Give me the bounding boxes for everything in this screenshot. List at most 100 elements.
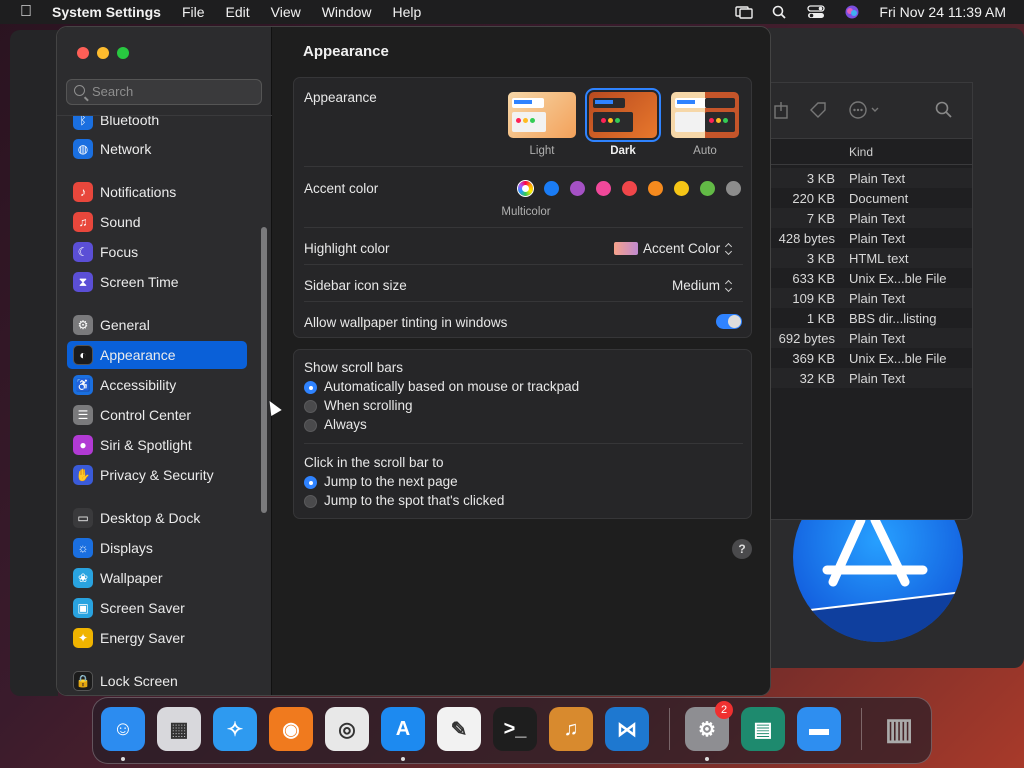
file-row[interactable]: 109 KB Plain Text: [769, 288, 972, 308]
finder-dock-icon[interactable]: ☺: [101, 707, 145, 751]
sidebar-item-privacy-security[interactable]: ✋ Privacy & Security: [67, 461, 247, 489]
file-row[interactable]: 428 bytes Plain Text: [769, 228, 972, 248]
spotlight-icon[interactable]: [771, 5, 789, 19]
sidebar-item-accessibility[interactable]: ♿ Accessibility: [67, 371, 247, 399]
sidebar-item-focus[interactable]: ☾ Focus: [67, 238, 247, 266]
sidebar-item-network[interactable]: ◍ Network: [67, 135, 247, 163]
sidebar-scrollbar[interactable]: [261, 227, 267, 513]
keynote-dock-icon[interactable]: ▬: [797, 707, 841, 751]
sidebar-item-wallpaper[interactable]: ❀ Wallpaper: [67, 564, 247, 592]
file-kind: HTML text: [849, 251, 909, 266]
sidebar-icon-size-label: Sidebar icon size: [304, 278, 407, 293]
apple-menu-icon[interactable]: : [0, 3, 52, 21]
share-icon[interactable]: [773, 101, 789, 124]
accent-multicolor-swatch[interactable]: [517, 180, 534, 197]
sidebar-item-label: Displays: [100, 540, 153, 556]
wallpaper-tinting-toggle[interactable]: [716, 314, 742, 329]
menu-view[interactable]: View: [271, 4, 301, 20]
accent-color-swatch[interactable]: [674, 181, 689, 196]
file-row[interactable]: 32 KB Plain Text: [769, 368, 972, 388]
sidebar-item-notifications[interactable]: ♪ Notifications: [67, 178, 247, 206]
appearance-light-option[interactable]: [508, 92, 576, 138]
appearance-auto-option[interactable]: [671, 92, 739, 138]
sidebar-item-general[interactable]: ⚙ General: [67, 311, 247, 339]
finder-column-header[interactable]: Kind: [769, 139, 972, 165]
scroll-when-scrolling-label[interactable]: When scrolling: [324, 398, 413, 413]
siri-icon[interactable]: [843, 5, 861, 19]
appearance-dark-option[interactable]: [585, 88, 661, 142]
control-center-icon[interactable]: [807, 5, 826, 19]
sidebar-icon-size-popup[interactable]: Medium: [672, 278, 734, 293]
chrome-dock-icon[interactable]: ◎: [325, 707, 369, 751]
system-settings-dock-icon[interactable]: ⚙ 2: [685, 701, 733, 751]
sidebar-item-screen-saver[interactable]: ▣ Screen Saver: [67, 594, 247, 622]
file-row[interactable]: 220 KB Document: [769, 188, 972, 208]
sidebar-item-energy-saver[interactable]: ✦ Energy Saver: [67, 624, 247, 652]
page-title: Appearance: [303, 43, 389, 60]
file-row[interactable]: 3 KB Plain Text: [769, 168, 972, 188]
sidebar-item-lock-screen[interactable]: 🔒 Lock Screen: [67, 667, 247, 695]
menu-app-name[interactable]: System Settings: [52, 4, 161, 20]
textedit-dock-icon[interactable]: ✎: [437, 707, 481, 751]
scroll-when-scrolling-radio[interactable]: [304, 400, 317, 413]
file-kind: Unix Ex...ble File: [849, 271, 947, 286]
scroll-auto-label[interactable]: Automatically based on mouse or trackpad: [324, 379, 579, 394]
garageband-dock-icon[interactable]: ♫: [549, 707, 593, 751]
sidebar-item-desktop-dock[interactable]: ▭ Desktop & Dock: [67, 504, 247, 532]
sidebar-item-control-center[interactable]: ☰ Control Center: [67, 401, 247, 429]
file-row[interactable]: 3 KB HTML text: [769, 248, 972, 268]
jump-spot-clicked-radio[interactable]: [304, 495, 317, 508]
accent-color-swatch[interactable]: [596, 181, 611, 196]
clock[interactable]: Fri Nov 24 11:39 AM: [879, 4, 1006, 20]
finder-search-icon[interactable]: [935, 101, 953, 124]
menu-file[interactable]: File: [182, 4, 205, 20]
accent-color-swatch[interactable]: [648, 181, 663, 196]
menu-window[interactable]: Window: [322, 4, 372, 20]
jump-next-page-radio[interactable]: [304, 476, 317, 489]
sidebar-item-sound[interactable]: ♫ Sound: [67, 208, 247, 236]
accent-color-swatch[interactable]: [622, 181, 637, 196]
sidebar-search-input[interactable]: Search: [66, 79, 262, 105]
accent-color-swatch[interactable]: [544, 181, 559, 196]
launchpad-dock-icon[interactable]: ▦: [157, 707, 201, 751]
accent-color-swatch[interactable]: [570, 181, 585, 196]
accent-color-swatch[interactable]: [726, 181, 741, 196]
scroll-auto-radio[interactable]: [304, 381, 317, 394]
scroll-always-radio[interactable]: [304, 419, 317, 432]
file-row[interactable]: 7 KB Plain Text: [769, 208, 972, 228]
menu-edit[interactable]: Edit: [226, 4, 250, 20]
app-store-dock-icon[interactable]: A: [381, 707, 425, 751]
safari-dock-icon[interactable]: ✧: [213, 707, 257, 751]
tag-icon[interactable]: [809, 101, 827, 124]
vscode-dock-icon[interactable]: ⋈: [605, 707, 649, 751]
help-button[interactable]: ?: [732, 539, 752, 559]
jump-next-page-label[interactable]: Jump to the next page: [324, 474, 458, 489]
highlight-color-popup[interactable]: Accent Color: [614, 241, 734, 256]
file-row[interactable]: 633 KB Unix Ex...ble File: [769, 268, 972, 288]
sidebar-item-displays[interactable]: ☼ Displays: [67, 534, 247, 562]
sidebar-item-siri-spotlight[interactable]: ● Siri & Spotlight: [67, 431, 247, 459]
file-row[interactable]: 692 bytes Plain Text: [769, 328, 972, 348]
more-options-icon[interactable]: [849, 101, 883, 124]
kind-column-header[interactable]: Kind: [849, 145, 873, 159]
sidebar-item-appearance[interactable]: ◐ Appearance: [67, 341, 247, 369]
terminal-dock-icon[interactable]: >_: [493, 707, 537, 751]
sidebar-item-label: Control Center: [100, 407, 192, 423]
file-row[interactable]: 369 KB Unix Ex...ble File: [769, 348, 972, 368]
screen-mirroring-icon[interactable]: [735, 5, 754, 19]
minimize-button[interactable]: [97, 47, 109, 59]
zoom-button[interactable]: [117, 47, 129, 59]
highlight-color-value: Accent Color: [643, 241, 721, 256]
sidebar-item-bluetooth[interactable]: ᛒ Bluetooth: [67, 116, 247, 134]
accent-color-swatch[interactable]: [700, 181, 715, 196]
menu-help[interactable]: Help: [393, 4, 422, 20]
scroll-always-label[interactable]: Always: [324, 417, 367, 432]
archive-dock-icon[interactable]: ▤: [741, 707, 785, 751]
trash-dock-icon[interactable]: ▥: [877, 707, 921, 751]
sidebar-item-screen-time[interactable]: ⧗ Screen Time: [67, 268, 247, 296]
firefox-dock-icon[interactable]: ◉: [269, 707, 313, 751]
close-button[interactable]: [77, 47, 89, 59]
jump-spot-clicked-label[interactable]: Jump to the spot that's clicked: [324, 493, 504, 508]
file-row[interactable]: 1 KB BBS dir...listing: [769, 308, 972, 328]
notification-badge: 2: [715, 701, 733, 719]
